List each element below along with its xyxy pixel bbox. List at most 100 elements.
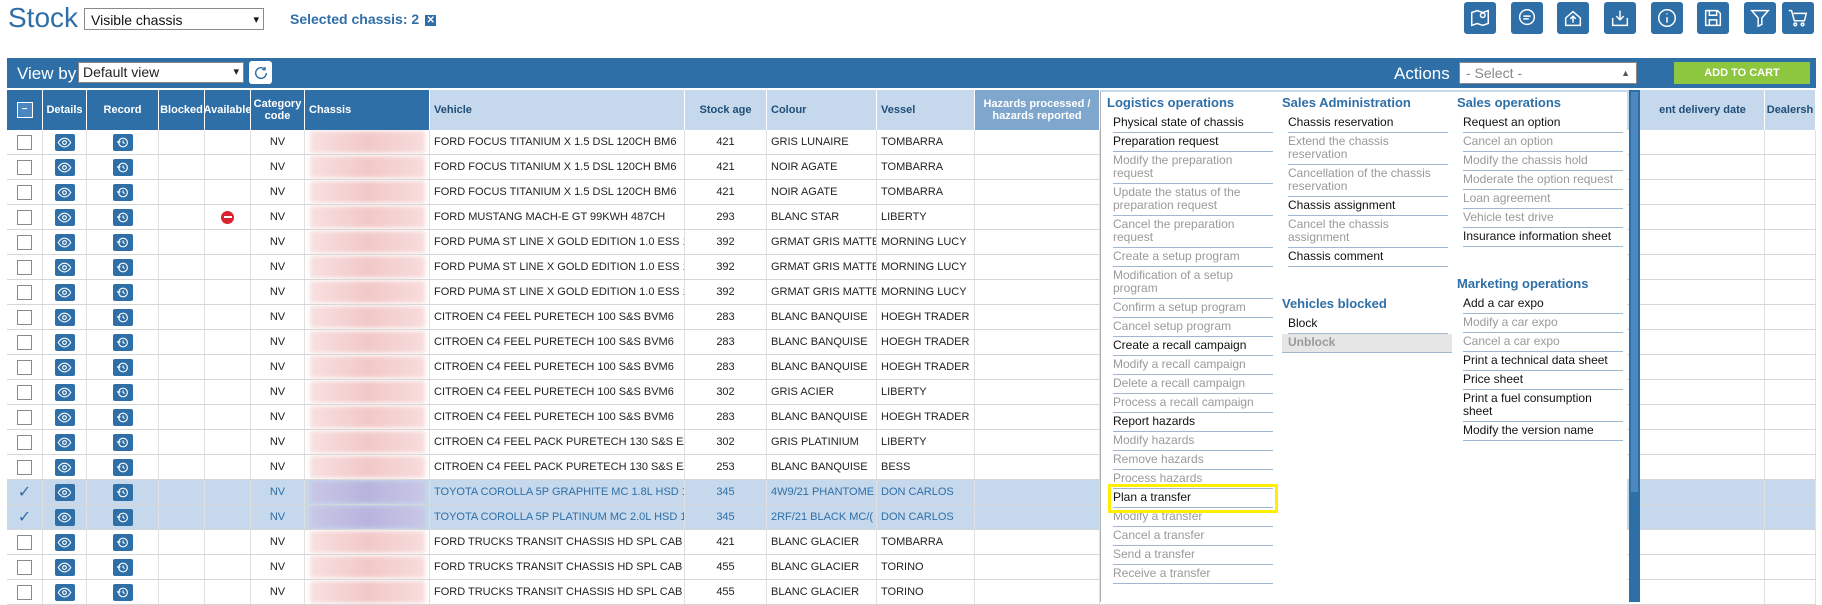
menu-item-physical-state-of-chassis[interactable]: Physical state of chassis [1113, 114, 1273, 133]
row-select-cell[interactable] [7, 455, 43, 479]
col-vessel[interactable]: Vessel [877, 90, 975, 130]
clear-selection-icon[interactable]: ✕ [425, 14, 437, 26]
record-button[interactable] [112, 483, 133, 501]
record-button[interactable] [112, 233, 133, 251]
col-record[interactable]: Record [87, 90, 159, 130]
details-button[interactable] [54, 533, 75, 551]
row-checkbox[interactable] [17, 459, 32, 475]
row-checkbox[interactable] [17, 259, 32, 275]
row-checkbox[interactable] [17, 284, 32, 300]
details-button[interactable] [54, 158, 75, 176]
details-button[interactable] [54, 283, 75, 301]
details-button[interactable] [54, 258, 75, 276]
details-button[interactable] [54, 558, 75, 576]
row-checkbox[interactable] [17, 134, 32, 150]
menu-item-insurance-information-sheet[interactable]: Insurance information sheet [1463, 228, 1623, 247]
details-button[interactable] [54, 383, 75, 401]
record-button[interactable] [112, 458, 133, 476]
details-button[interactable] [54, 408, 75, 426]
col-category-code[interactable]: Category code [251, 90, 305, 130]
col-blocked[interactable]: Blocked [159, 90, 205, 130]
menu-item-plan-a-transfer[interactable]: Plan a transfer [1108, 484, 1278, 513]
row-checkbox[interactable] [17, 584, 32, 600]
row-select-cell[interactable] [7, 280, 43, 304]
details-button[interactable] [54, 183, 75, 201]
col-stock-age[interactable]: Stock age [685, 90, 767, 130]
menu-item-add-a-car-expo[interactable]: Add a car expo [1463, 295, 1623, 314]
record-button[interactable] [112, 133, 133, 151]
add-to-cart-button[interactable]: ADD TO CART [1674, 62, 1810, 84]
row-checkbox[interactable] [17, 334, 32, 350]
col-delivery-date[interactable]: ent delivery date [1641, 90, 1765, 130]
details-button[interactable] [54, 333, 75, 351]
details-button[interactable] [54, 233, 75, 251]
refresh-button[interactable] [249, 61, 272, 84]
record-button[interactable] [112, 283, 133, 301]
row-select-cell[interactable] [7, 155, 43, 179]
menu-item-print-a-technical-data-sheet[interactable]: Print a technical data sheet [1463, 352, 1623, 371]
row-select-cell[interactable] [7, 530, 43, 554]
record-button[interactable] [112, 183, 133, 201]
select-all-checkbox[interactable]: − [16, 102, 33, 118]
col-vehicle[interactable]: Vehicle [430, 90, 685, 130]
details-button[interactable] [54, 458, 75, 476]
row-select-cell[interactable] [7, 430, 43, 454]
menu-item-create-a-recall-campaign[interactable]: Create a recall campaign [1113, 337, 1273, 356]
row-select-cell[interactable]: ✓ [7, 505, 43, 529]
map-pin-button[interactable] [1464, 2, 1496, 34]
menu-item-modify-the-version-name[interactable]: Modify the version name [1463, 422, 1623, 441]
row-select-cell[interactable] [7, 130, 43, 154]
record-button[interactable] [112, 583, 133, 601]
menu-scrollbar-thumb[interactable] [1631, 92, 1638, 492]
row-select-cell[interactable] [7, 205, 43, 229]
actions-select[interactable]: - Select - ▲ [1459, 62, 1637, 84]
record-button[interactable] [112, 358, 133, 376]
record-button[interactable] [112, 433, 133, 451]
check-icon[interactable]: ✓ [18, 507, 31, 527]
export-button[interactable] [1557, 2, 1589, 34]
row-select-cell[interactable] [7, 180, 43, 204]
menu-item-request-an-option[interactable]: Request an option [1463, 114, 1623, 133]
row-checkbox[interactable] [17, 309, 32, 325]
filter-button[interactable] [1744, 2, 1776, 34]
row-checkbox[interactable] [17, 209, 32, 225]
record-button[interactable] [112, 558, 133, 576]
save-button[interactable] [1697, 2, 1729, 34]
details-button[interactable] [54, 583, 75, 601]
row-select-cell[interactable] [7, 380, 43, 404]
record-button[interactable] [112, 208, 133, 226]
visibility-select[interactable]: Visible chassis ▾ [84, 8, 264, 30]
row-checkbox[interactable] [17, 534, 32, 550]
info-button[interactable] [1651, 2, 1683, 34]
record-button[interactable] [112, 258, 133, 276]
record-button[interactable] [112, 508, 133, 526]
row-select-cell[interactable]: ✓ [7, 480, 43, 504]
col-chassis[interactable]: Chassis [305, 90, 430, 130]
details-button[interactable] [54, 483, 75, 501]
view-select[interactable]: Default view ▾ [78, 62, 244, 83]
row-select-cell[interactable] [7, 305, 43, 329]
row-checkbox[interactable] [17, 384, 32, 400]
col-details[interactable]: Details [43, 90, 87, 130]
menu-item-chassis-reservation[interactable]: Chassis reservation [1288, 114, 1448, 133]
row-checkbox[interactable] [17, 359, 32, 375]
row-select-cell[interactable] [7, 555, 43, 579]
row-select-cell[interactable] [7, 405, 43, 429]
details-button[interactable] [54, 433, 75, 451]
menu-scrollbar[interactable] [1629, 90, 1640, 602]
check-icon[interactable]: ✓ [18, 482, 31, 502]
col-colour[interactable]: Colour [767, 90, 877, 130]
details-button[interactable] [54, 508, 75, 526]
chat-button[interactable] [1511, 2, 1543, 34]
menu-item-price-sheet[interactable]: Price sheet [1463, 371, 1623, 390]
col-dealership[interactable]: Dealersh [1765, 90, 1816, 130]
row-checkbox[interactable] [17, 559, 32, 575]
col-available[interactable]: Available [204, 90, 251, 130]
details-button[interactable] [54, 208, 75, 226]
row-checkbox[interactable] [17, 409, 32, 425]
menu-item-report-hazards[interactable]: Report hazards [1113, 413, 1273, 432]
details-button[interactable] [54, 358, 75, 376]
row-select-cell[interactable] [7, 330, 43, 354]
record-button[interactable] [112, 408, 133, 426]
row-select-cell[interactable] [7, 230, 43, 254]
